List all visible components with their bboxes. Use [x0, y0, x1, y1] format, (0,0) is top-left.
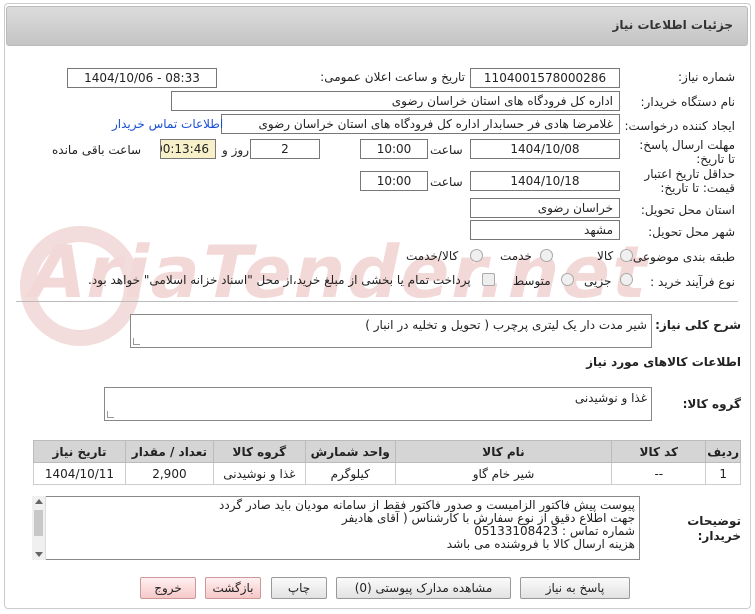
items-table: ردیف کد کالا نام کالا واحد شمارش گروه کا… — [33, 440, 741, 485]
radio-service-label: خدمت — [500, 249, 532, 263]
resize-grip-icon[interactable] — [107, 411, 114, 418]
radio-goods-service[interactable] — [470, 249, 483, 262]
creator-field: غلامرضا هادی فر حسابدار اداره کل فرودگاه… — [221, 114, 620, 134]
city-label: شهر محل تحویل: — [648, 225, 735, 239]
reply-button[interactable]: پاسخ به نیاز — [520, 577, 630, 599]
creator-label: ایجاد کننده درخواست: — [624, 119, 735, 133]
days-label: روز و — [222, 143, 249, 157]
col-unit: واحد شمارش — [304, 440, 396, 463]
deadline-label: مهلت ارسال پاسخ: تا تاریخ: — [639, 138, 735, 166]
radio-service[interactable] — [540, 249, 553, 262]
panel-header: جزئیات اطلاعات نیاز — [6, 6, 748, 46]
radio-partial-label: جزیی — [584, 274, 612, 288]
validity-label: حداقل تاریخ اعتبار قیمت: تا تاریخ: — [644, 167, 735, 195]
contact-buyer-link[interactable]: اطلاعات تماس خریدار — [112, 117, 223, 131]
cell-code: -- — [611, 462, 707, 485]
treasury-checkbox[interactable] — [482, 273, 495, 286]
resize-grip-icon[interactable] — [133, 338, 140, 345]
view-attachments-button[interactable]: مشاهده مدارک پیوستی (0) — [336, 577, 511, 599]
scroll-thumb[interactable] — [34, 510, 43, 536]
buyer-notes-label: توضیحات خریدار: — [687, 514, 741, 543]
radio-medium-label: متوسط — [513, 274, 551, 288]
deadline-time-field: 10:00 — [360, 139, 428, 159]
divider — [16, 301, 738, 302]
table-row[interactable]: 1 -- شیر خام گاو کیلوگرم غذا و نوشیدنی 2… — [33, 462, 741, 485]
remaining-time-field: 00:13:46 — [160, 139, 216, 159]
description-field: شیر مدت دار یک لیتری پرچرب ( تحویل و تخل… — [130, 314, 652, 348]
table-header-row: ردیف کد کالا نام کالا واحد شمارش گروه کا… — [33, 440, 741, 463]
validity-time-field: 10:00 — [360, 171, 428, 191]
goods-group-text: غذا و نوشیدنی — [574, 391, 647, 405]
buyer-field: اداره کل فرودگاه های استان خراسان رضوی — [171, 91, 620, 111]
buyer-label: نام دستگاه خریدار: — [640, 95, 736, 109]
province-field: خراسان رضوی — [470, 198, 620, 218]
col-row: ردیف — [705, 440, 741, 463]
category-label: طبقه بندی موضوعی: — [628, 250, 735, 264]
back-button[interactable]: بازگشت — [205, 577, 261, 599]
validity-time-label: ساعت — [430, 175, 463, 189]
city-field: مشهد — [470, 220, 620, 240]
notes-scrollbar[interactable] — [32, 496, 46, 560]
goods-group-label: گروه کالا: — [682, 397, 741, 411]
col-name: نام کالا — [394, 440, 613, 463]
cell-date: 1404/10/11 — [33, 462, 126, 485]
description-label: شرح کلی نیاز: — [655, 318, 741, 332]
cell-row: 1 — [705, 462, 741, 485]
scroll-up-icon[interactable] — [35, 499, 43, 504]
radio-goods-service-label: کالا/خدمت — [406, 249, 459, 263]
province-label: استان محل تحویل: — [640, 203, 735, 217]
payment-note: پرداخت تمام یا بخشی از مبلغ خرید،از محل … — [88, 273, 471, 287]
cell-unit: کیلوگرم — [304, 462, 396, 485]
description-text: شیر مدت دار یک لیتری پرچرب ( تحویل و تخل… — [365, 318, 647, 332]
scroll-down-icon[interactable] — [35, 552, 43, 557]
announce-field: 1404/10/06 - 08:33 — [67, 68, 217, 88]
cell-group: غذا و نوشیدنی — [212, 462, 306, 485]
validity-date-field: 1404/10/18 — [470, 171, 620, 191]
goods-group-field: غذا و نوشیدنی — [104, 387, 652, 421]
remaining-label: ساعت باقی مانده — [52, 143, 142, 157]
col-qty: تعداد / مقدار — [124, 440, 214, 463]
exit-button[interactable]: خروج — [140, 577, 196, 599]
col-date: تاریخ نیاز — [33, 440, 126, 463]
col-code: کد کالا — [611, 440, 707, 463]
cell-qty: 2,900 — [124, 462, 214, 485]
deadline-time-label: ساعت — [430, 143, 463, 157]
days-field: 2 — [250, 139, 320, 159]
col-group: گروه کالا — [212, 440, 306, 463]
print-button[interactable]: چاپ — [271, 577, 327, 599]
notes-line: هزینه ارسال کالا با فروشنده می باشد — [446, 537, 635, 551]
radio-goods-label: کالا — [597, 249, 614, 263]
cell-name: شیر خام گاو — [394, 462, 613, 485]
goods-info-title: اطلاعات کالاهای مورد نیاز — [586, 355, 741, 369]
deadline-date-field: 1404/10/08 — [470, 139, 620, 159]
announce-label: تاریخ و ساعت اعلان عمومی: — [320, 70, 465, 84]
radio-partial[interactable] — [620, 273, 633, 286]
need-number-field: 1104001578000286 — [470, 68, 620, 88]
buyer-notes-field: پیوست پیش فاکتور الزامیست و صدور فاکتور … — [32, 496, 640, 560]
radio-medium[interactable] — [561, 273, 574, 286]
need-number-label: شماره نیاز: — [678, 70, 735, 84]
radio-goods[interactable] — [620, 249, 633, 262]
page-title: جزئیات اطلاعات نیاز — [612, 18, 733, 32]
process-label: نوع فرآیند خرید : — [650, 275, 735, 289]
